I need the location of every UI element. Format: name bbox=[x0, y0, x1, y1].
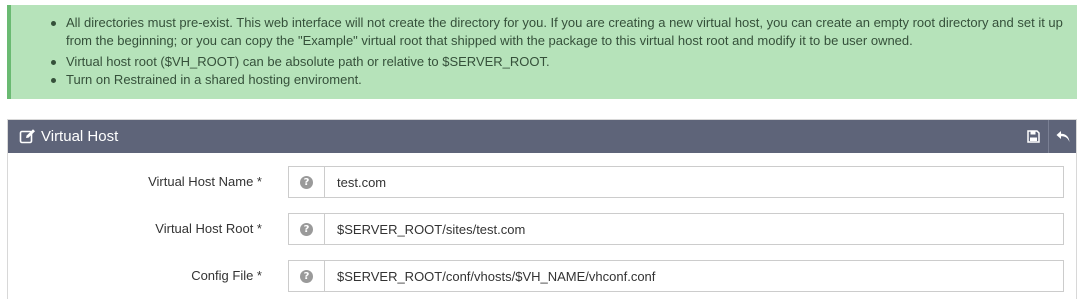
undo-button[interactable] bbox=[1048, 120, 1078, 153]
notice-item: Virtual host root ($VH_ROOT) can be abso… bbox=[11, 53, 1071, 71]
info-notice: All directories must pre-exist. This web… bbox=[7, 5, 1077, 99]
config-file-input[interactable] bbox=[324, 260, 1064, 292]
help-button[interactable]: ? bbox=[288, 260, 324, 292]
notice-item: All directories must pre-exist. This web… bbox=[11, 14, 1071, 50]
vhost-root-label: Virtual Host Root * bbox=[155, 221, 262, 236]
form-row-vhost-name: Virtual Host Name * ? bbox=[8, 166, 1076, 198]
save-button[interactable] bbox=[1018, 120, 1048, 153]
vhost-name-label: Virtual Host Name * bbox=[148, 174, 262, 189]
vhost-root-input[interactable] bbox=[324, 213, 1064, 245]
question-icon: ? bbox=[300, 175, 313, 189]
form-row-vhost-root: Virtual Host Root * ? bbox=[8, 213, 1076, 245]
save-icon bbox=[1026, 130, 1040, 143]
help-button[interactable]: ? bbox=[288, 213, 324, 245]
config-file-label: Config File * bbox=[191, 268, 262, 283]
panel-title: Virtual Host bbox=[41, 128, 119, 145]
virtual-host-panel: Virtual Host Virtual Host Name * ? Virtu… bbox=[7, 119, 1077, 299]
help-button[interactable]: ? bbox=[288, 166, 324, 198]
vhost-name-input[interactable] bbox=[324, 166, 1064, 198]
edit-icon bbox=[19, 129, 35, 144]
notice-item: Turn on Restrained in a shared hosting e… bbox=[11, 71, 1071, 89]
panel-header: Virtual Host bbox=[8, 120, 1076, 153]
question-icon: ? bbox=[300, 269, 313, 283]
form-row-config-file: Config File * ? bbox=[8, 260, 1076, 292]
undo-icon bbox=[1056, 131, 1070, 142]
question-icon: ? bbox=[300, 222, 313, 236]
